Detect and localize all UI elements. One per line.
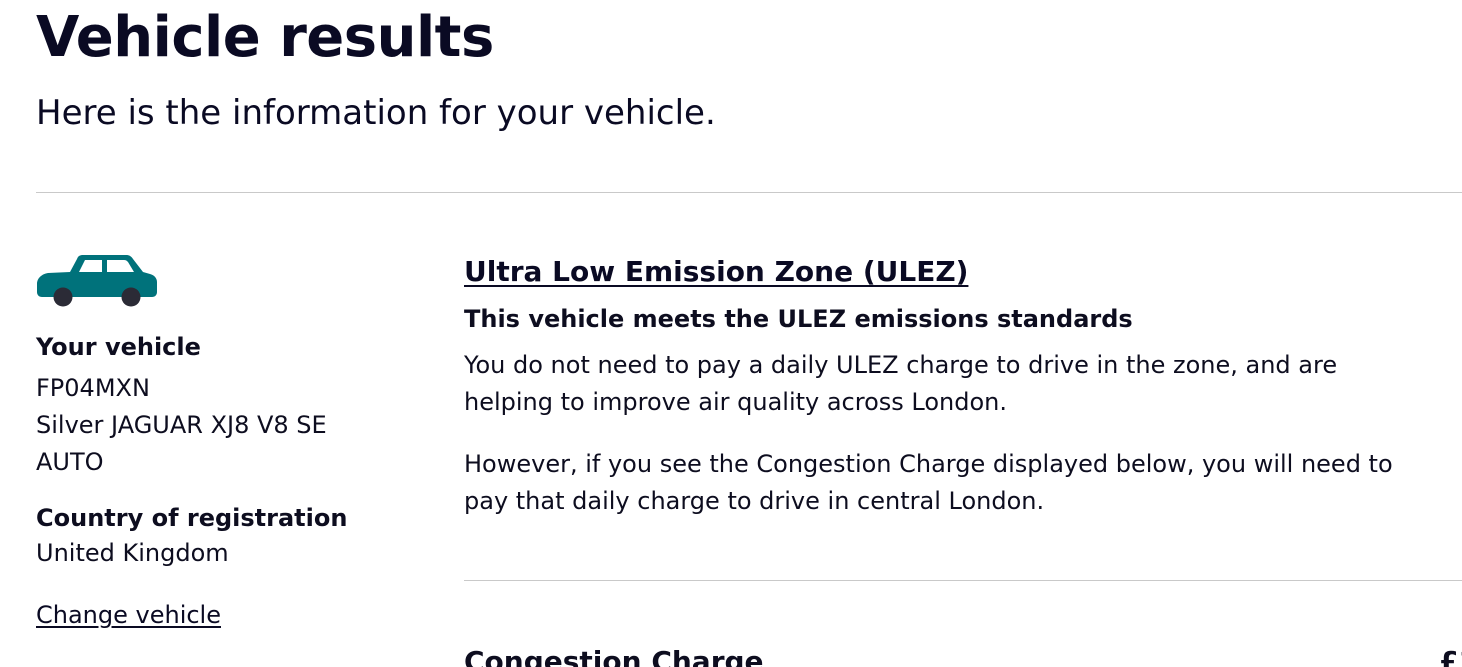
vehicle-results-page: Vehicle results Here is the information … — [0, 0, 1462, 667]
ulez-paragraph: You do not need to pay a daily ULEZ char… — [464, 351, 1338, 416]
ulez-status: This vehicle meets the ULEZ emissions st… — [464, 305, 1133, 333]
vehicle-details: FP04MXN Silver JAGUAR XJ8 V8 SE AUTO — [36, 370, 356, 481]
vehicle-summary: Your vehicle FP04MXN Silver JAGUAR XJ8 V… — [36, 250, 416, 630]
congestion-charge-heading-link[interactable]: Congestion Charge — [464, 642, 764, 667]
change-vehicle-link[interactable]: Change vehicle — [36, 600, 221, 630]
congestion-charge-price: £1 — [1439, 645, 1462, 667]
charges-panel: Ultra Low Emission Zone (ULEZ) This vehi… — [464, 252, 1462, 667]
vehicle-description: Silver JAGUAR XJ8 V8 SE AUTO — [36, 411, 327, 476]
ulez-heading-link[interactable]: Ultra Low Emission Zone (ULEZ) — [464, 252, 968, 292]
country-of-registration-label: Country of registration — [36, 504, 348, 532]
country-of-registration-value: United Kingdom — [36, 539, 229, 567]
top-divider — [36, 192, 1462, 193]
page-subtitle: Here is the information for your vehicle… — [36, 93, 716, 133]
page-title: Vehicle results — [36, 5, 494, 70]
ulez-paragraph: However, if you see the Congestion Charg… — [464, 450, 1393, 515]
car-icon — [37, 255, 157, 307]
section-divider — [464, 580, 1462, 581]
your-vehicle-label: Your vehicle — [36, 333, 201, 361]
vehicle-registration: FP04MXN — [36, 374, 150, 402]
